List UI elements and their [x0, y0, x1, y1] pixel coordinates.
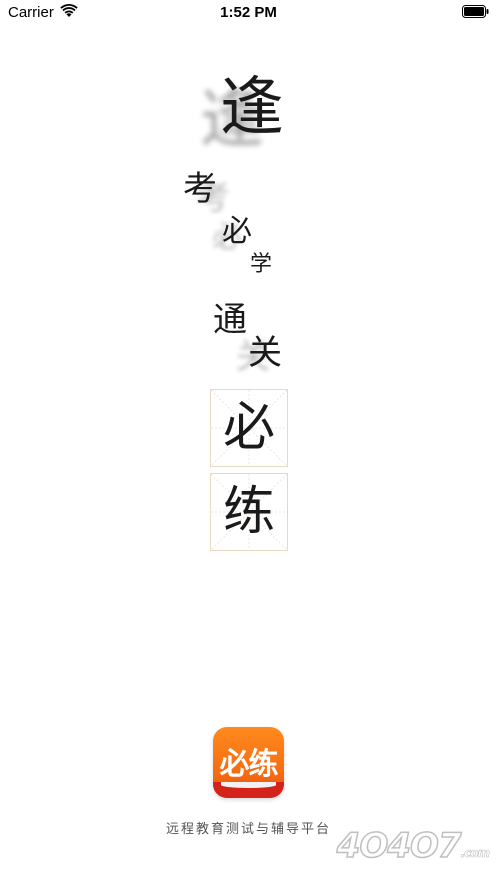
battery-icon — [462, 5, 489, 18]
char-kao: 考 — [183, 169, 217, 209]
grid-box-bi: 必 — [210, 389, 288, 467]
char-feng: 逢 — [220, 71, 284, 145]
status-bar: Carrier 1:52 PM — [0, 0, 497, 28]
book-icon — [213, 782, 284, 798]
grid-char-lian: 练 — [222, 482, 275, 542]
logo-text: 必练 — [219, 747, 279, 782]
clock: 1:52 PM — [220, 4, 277, 21]
app-logo: 必练 — [213, 727, 284, 798]
char-guan: 关 — [248, 333, 282, 373]
watermark: 4O4O7.com — [336, 825, 490, 867]
grid-box-lian: 练 — [210, 473, 288, 551]
watermark-main: 4O4O7 — [336, 825, 462, 867]
grid-char-bi: 必 — [222, 398, 275, 458]
watermark-suffix: .com — [460, 846, 490, 861]
char-bi: 必 — [222, 214, 252, 249]
char-tong: 通 — [213, 300, 247, 340]
char-xue: 学 — [250, 252, 273, 277]
